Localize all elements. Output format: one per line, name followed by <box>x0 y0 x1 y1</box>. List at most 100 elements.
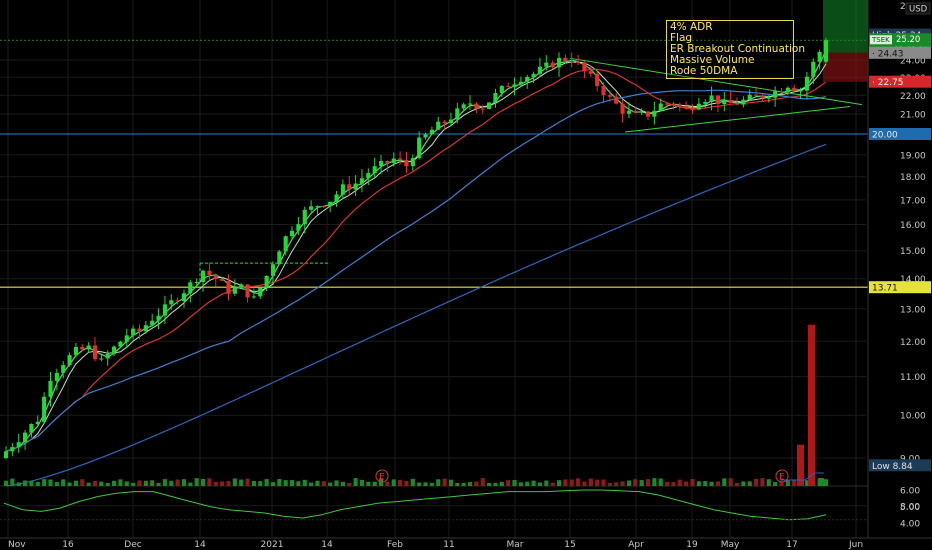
candle-body <box>665 103 670 105</box>
candle-body <box>302 209 307 225</box>
volume-bar <box>442 478 447 486</box>
candle-body <box>754 94 759 96</box>
volume-bar <box>359 479 365 486</box>
candle-body <box>99 358 104 360</box>
volume-bar <box>35 481 40 486</box>
volume-bar <box>728 478 733 486</box>
volume-bar <box>531 480 536 486</box>
stop-zone[interactable] <box>823 52 868 82</box>
candle-body <box>188 282 193 294</box>
volume-bar <box>328 482 333 486</box>
volume-bar <box>467 482 473 486</box>
target-zone[interactable] <box>823 0 868 53</box>
candle-body <box>595 73 600 86</box>
candle-body <box>270 264 276 276</box>
price-tick-label: 15.00 <box>900 247 926 257</box>
time-tick-label: 19 <box>686 540 698 550</box>
volume-bar <box>29 480 34 486</box>
candle-body <box>232 287 237 294</box>
earnings-marker[interactable]: E <box>375 469 389 483</box>
candle-body <box>487 102 492 109</box>
volume-bar <box>99 481 104 486</box>
volume-bar <box>626 480 632 486</box>
volume-bar <box>277 479 282 486</box>
candle-body <box>309 206 314 210</box>
time-tick-label: 17 <box>786 540 797 550</box>
volume-bar <box>309 482 314 486</box>
candle-body <box>429 129 434 135</box>
currency-label: USD <box>909 5 928 15</box>
volume-bar <box>143 480 148 486</box>
candle-body <box>73 346 78 356</box>
time-tick-label: 2021 <box>261 540 284 550</box>
volume-bar <box>436 479 441 486</box>
trade-notes-annotation[interactable]: 4% ADR Flag ER Breakout Continuation Mas… <box>666 20 805 79</box>
candle-body <box>340 184 345 195</box>
volume-bar <box>296 481 301 486</box>
candle-body <box>448 119 454 124</box>
sma-200-line <box>5 143 827 487</box>
candle-body <box>480 108 485 110</box>
candle-body <box>226 280 231 294</box>
note-line: Rode 50DMA <box>670 65 738 77</box>
candle-body <box>614 96 619 104</box>
candle-body <box>633 110 638 113</box>
risk-reward-box[interactable] <box>823 0 868 82</box>
candle-body <box>328 201 333 207</box>
volume-bar <box>607 482 612 486</box>
volume-bar <box>550 482 555 486</box>
earnings-marker[interactable]: E <box>775 469 789 483</box>
candle-body <box>61 365 66 373</box>
price-tick-label: 2 <box>900 2 906 12</box>
candle-body <box>436 121 441 130</box>
candle-body <box>111 346 117 355</box>
candle-body <box>423 134 428 138</box>
volume-bar <box>334 480 339 486</box>
volume-bar <box>423 482 428 486</box>
candle-body <box>359 178 365 184</box>
candle-body <box>156 315 161 321</box>
candle-body <box>239 284 244 288</box>
time-axis[interactable]: Nov 16 Dec 14 2021 14 Feb 11 Mar 15 Apr 19 May 17 Jun <box>0 537 932 550</box>
candle-body <box>715 95 721 105</box>
candle-body <box>181 293 187 302</box>
candle-body <box>251 296 256 298</box>
candle-body <box>671 104 676 106</box>
volume-bar <box>220 481 225 486</box>
candle-body <box>493 93 498 103</box>
candle-body <box>550 62 555 68</box>
candle-body <box>690 108 695 110</box>
candle-body <box>417 137 422 158</box>
price-tick-label: 11.00 <box>900 373 926 383</box>
candle-body <box>321 206 326 208</box>
volume-bar <box>137 480 142 486</box>
target-price-tag-text: · 24.43 <box>872 49 904 59</box>
candle-body <box>92 345 98 360</box>
price-tick-label: 22.00 <box>900 92 926 102</box>
candle-body <box>779 91 784 93</box>
volume-spike-bar <box>808 324 815 486</box>
volume-bar <box>512 479 517 486</box>
volume-bar <box>633 479 638 486</box>
volume-bar <box>537 482 543 486</box>
price-chart[interactable]: EE 4.005.006.008.009.0010.0011.0012.0013… <box>0 0 932 550</box>
candle-body <box>563 57 568 62</box>
candle-body <box>118 341 123 347</box>
candle-body <box>220 279 225 281</box>
target-price-tag: · 24.43 <box>869 46 931 59</box>
candle-body <box>3 451 9 458</box>
candle-body <box>353 183 358 190</box>
candle-body <box>86 345 91 350</box>
volume-bar <box>404 481 409 486</box>
price-tick-label: 10.00 <box>900 412 926 422</box>
candle-body <box>537 66 543 74</box>
candle-body <box>582 62 587 72</box>
candle-body <box>143 325 148 332</box>
volume-bar <box>480 478 485 486</box>
candle-body <box>54 372 59 381</box>
candle-body <box>207 270 212 275</box>
oscillator-line <box>3 489 827 521</box>
volume-bar <box>690 479 695 486</box>
candle-body <box>817 51 822 62</box>
volume-bar <box>582 481 587 486</box>
